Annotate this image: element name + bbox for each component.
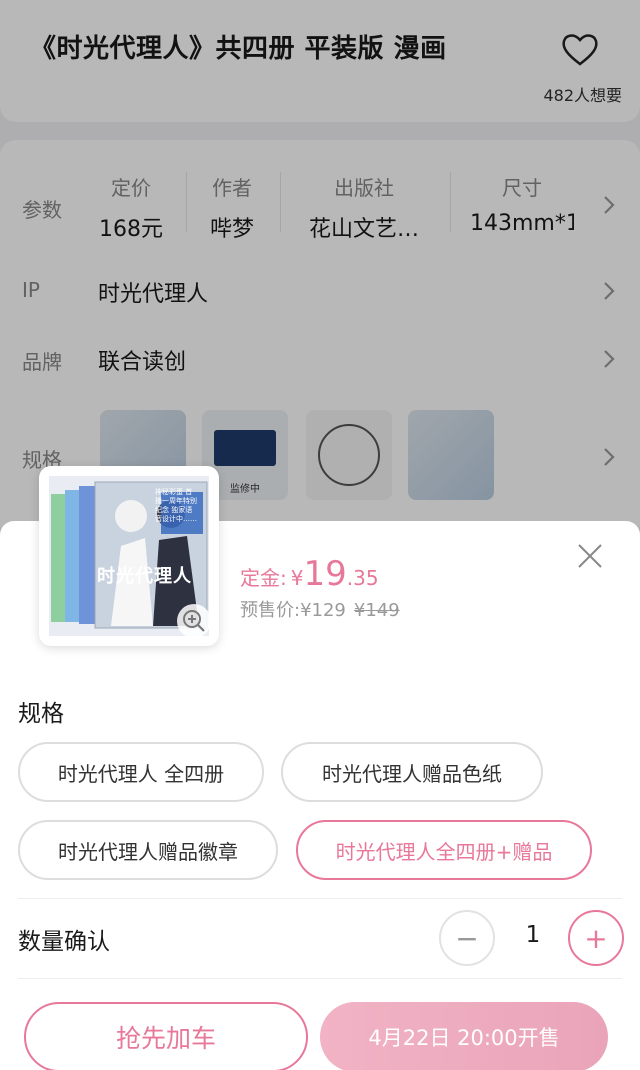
- presale-value: ¥129: [300, 600, 346, 621]
- quantity-increase-button[interactable]: +: [568, 910, 624, 966]
- divider: [18, 898, 622, 899]
- option-chip-color-paper[interactable]: 时光代理人赠品色纸: [281, 742, 543, 802]
- close-icon[interactable]: [574, 540, 606, 572]
- option-label: 时光代理人赠品徽章: [58, 839, 238, 864]
- deposit-price: 定金: ¥19.35: [240, 554, 379, 594]
- option-label: 时光代理人全四册+赠品: [335, 839, 553, 864]
- deposit-label: 定金:: [240, 566, 287, 590]
- presale-price: 预售价:¥129 ¥149: [240, 596, 400, 622]
- deposit-decimal: .35: [346, 566, 379, 590]
- quantity-value[interactable]: 1: [500, 922, 566, 948]
- divider: [18, 978, 622, 979]
- cover-note: 神秘彩蛋 首播一周年特别纪念 独家语音设计中……: [155, 488, 197, 523]
- deposit-currency: ¥: [290, 566, 304, 590]
- option-chip-badge[interactable]: 时光代理人赠品徽章: [18, 820, 278, 880]
- option-label: 时光代理人 全四册: [57, 761, 225, 786]
- spec-section-title: 规格: [18, 701, 64, 727]
- option-chip-full-set[interactable]: 时光代理人 全四册: [18, 742, 264, 802]
- sale-time-button[interactable]: 4月22日 20:00开售: [320, 1002, 608, 1070]
- zoom-button[interactable]: [177, 604, 211, 638]
- original-price: ¥149: [353, 600, 400, 621]
- quantity-label: 数量确认: [18, 929, 110, 955]
- option-chip-full-set-gifts[interactable]: 时光代理人全四册+赠品: [296, 820, 592, 880]
- plus-icon: +: [584, 921, 608, 955]
- option-label: 时光代理人赠品色纸: [322, 761, 502, 786]
- deposit-integer: 19: [303, 554, 347, 594]
- minus-icon: −: [455, 921, 479, 955]
- quantity-decrease-button[interactable]: −: [439, 910, 495, 966]
- cover-title: 时光代理人: [97, 566, 192, 587]
- product-thumbnail[interactable]: 时光代理人 神秘彩蛋 首播一周年特别纪念 独家语音设计中……: [39, 466, 219, 646]
- add-to-cart-button[interactable]: 抢先加车: [24, 1002, 308, 1070]
- presale-label: 预售价:: [240, 600, 301, 621]
- zoom-in-icon: [183, 610, 205, 632]
